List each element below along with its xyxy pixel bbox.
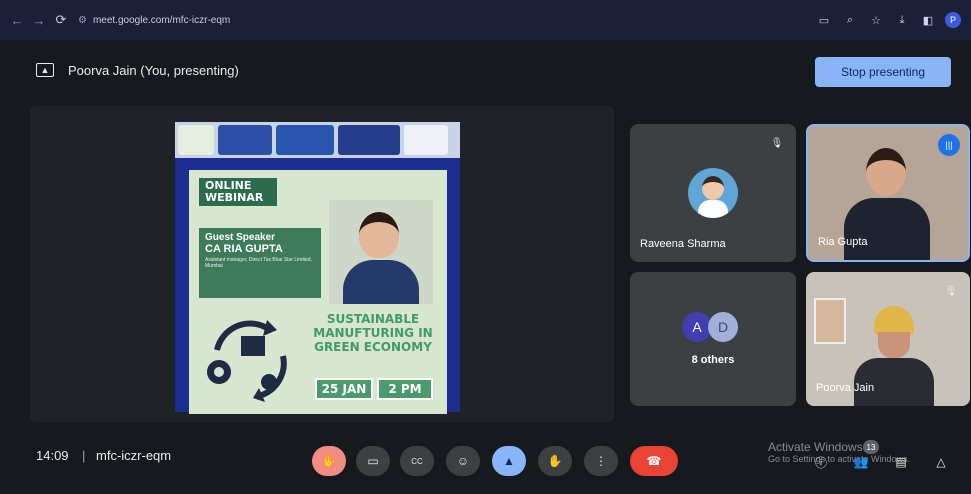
reactions-button[interactable]: ☺ [446, 446, 480, 476]
info-icon: ⓘ [814, 455, 827, 470]
others-avatars: A D [682, 312, 738, 342]
shared-slide: ONLINE WEBINAR Guest Speaker CA RIA GUPT… [175, 122, 460, 414]
sustainability-cycle-icon [207, 320, 287, 402]
captions-icon: CC [411, 456, 423, 466]
stop-presenting-button[interactable]: Stop presenting [815, 57, 951, 87]
meet-window: ▲ Poorva Jain (You, presenting) Stop pre… [0, 40, 971, 494]
speaker-description: Assistant manager, Direct Tax Blue Star … [205, 257, 312, 269]
logo-icon [218, 125, 272, 155]
logo-icon [178, 125, 214, 155]
mic-off-icon: 🎙 [770, 137, 784, 149]
others-tile[interactable]: A D 8 others [630, 272, 796, 406]
others-count: 8 others [691, 354, 735, 366]
emoji-icon: ☺ [456, 454, 470, 468]
more-vert-icon: ⋮ [595, 454, 607, 468]
speaker-photo [329, 200, 433, 304]
meeting-controls-bar: 14:09 | mfc-iczr-eqm ✋ ▭ CC ☺ ▲ ✋ ⋮ ☎ Ac… [0, 432, 971, 494]
people-button[interactable]: 👥 13 [851, 440, 879, 472]
cast-icon[interactable]: ▭ [815, 11, 833, 29]
speaker-face [359, 212, 399, 258]
participant-tile[interactable]: 🎙 Poorva Jain [806, 272, 970, 406]
people-count-badge: 13 [863, 440, 879, 454]
hand-icon: ✋ [547, 454, 563, 468]
participant-name: Ria Gupta [818, 236, 868, 248]
site-info-icon[interactable]: ⚙ [78, 15, 87, 26]
present-button[interactable]: ▲ [492, 446, 526, 476]
leave-call-button[interactable]: ☎ [630, 446, 678, 476]
presenting-bar: ▲ Poorva Jain (You, presenting) Stop pre… [0, 40, 971, 100]
url-text: meet.google.com/mfc-iczr-eqm [92, 14, 231, 26]
avatar [688, 168, 738, 218]
people-icon: 👥 [853, 455, 869, 469]
meeting-time: 14:09 [36, 448, 69, 463]
meeting-code: mfc-iczr-eqm [96, 448, 172, 463]
speaker-body [343, 260, 419, 304]
chat-icon: ▤ [895, 455, 907, 469]
download-icon[interactable]: ⤓ [893, 11, 911, 29]
mic-off-icon: 🎙 [944, 285, 958, 297]
divider: | [82, 448, 86, 463]
speaker-box: Guest Speaker CA RIA GUPTA Assistant man… [199, 228, 321, 298]
participant-body [844, 198, 930, 260]
profile-avatar[interactable]: P [945, 12, 961, 28]
speaker-title: Guest Speaker [205, 232, 276, 243]
logo-icon [276, 125, 334, 155]
more-options-button[interactable]: ⋮ [584, 446, 618, 476]
raise-hand-button[interactable]: ✋ [538, 446, 572, 476]
webinar-date: 25 JAN [315, 378, 373, 400]
slide-poster: ONLINE WEBINAR Guest Speaker CA RIA GUPT… [189, 170, 447, 414]
back-icon[interactable]: ← [6, 9, 28, 31]
webinar-topic: SUSTAINABLE MANUFTURING IN GREEN ECONOMY [313, 312, 433, 354]
forward-icon[interactable]: → [28, 9, 50, 31]
participant-face [878, 332, 910, 358]
meeting-info-button[interactable]: ⓘ [811, 452, 831, 472]
bookmark-star-icon[interactable]: ☆ [867, 11, 885, 29]
avatar-head [702, 176, 724, 200]
logo-icon [338, 125, 400, 155]
present-icon: ▲ [503, 454, 515, 468]
address-bar[interactable]: ⚙ meet.google.com/mfc-iczr-eqm [78, 15, 230, 26]
captions-button[interactable]: CC [400, 446, 434, 476]
mic-toggle-button[interactable]: ✋ [312, 446, 346, 476]
chat-button[interactable]: ▤ [891, 452, 911, 472]
background-window [814, 298, 846, 344]
avatar: D [708, 312, 738, 342]
presenting-label: Poorva Jain (You, presenting) [68, 62, 239, 78]
participant-tile[interactable]: ||| Ria Gupta [806, 124, 970, 262]
present-screen-icon: ▲ [36, 63, 54, 77]
camera-toggle-button[interactable]: ▭ [356, 446, 390, 476]
phone-hangup-icon: ☎ [646, 454, 662, 468]
logo-strip [175, 122, 460, 158]
zoom-icon[interactable]: ⌕ [841, 11, 859, 29]
mic-off-icon: ✋ [321, 454, 337, 468]
camera-icon: ▭ [367, 454, 379, 468]
participant-face [866, 148, 906, 196]
avatar-body [698, 200, 728, 218]
webinar-tag: ONLINE WEBINAR [199, 178, 277, 206]
webinar-time: 2 PM [377, 378, 433, 400]
activities-icon: △ [936, 455, 946, 469]
speaking-indicator-icon: ||| [938, 134, 960, 156]
speaker-name: CA RIA GUPTA [205, 243, 283, 255]
activities-button[interactable]: △ [931, 452, 951, 472]
reload-icon[interactable]: ⟳ [50, 9, 72, 31]
side-panel-icon[interactable]: ◧ [919, 11, 937, 29]
participant-name: Poorva Jain [816, 382, 875, 394]
browser-toolbar: ← → ⟳ ⚙ meet.google.com/mfc-iczr-eqm ▭ ⌕… [0, 0, 971, 40]
participant-name: Raveena Sharma [640, 238, 726, 250]
g20-logo-icon [404, 125, 448, 155]
participant-tile[interactable]: 🎙 Raveena Sharma [630, 124, 796, 262]
